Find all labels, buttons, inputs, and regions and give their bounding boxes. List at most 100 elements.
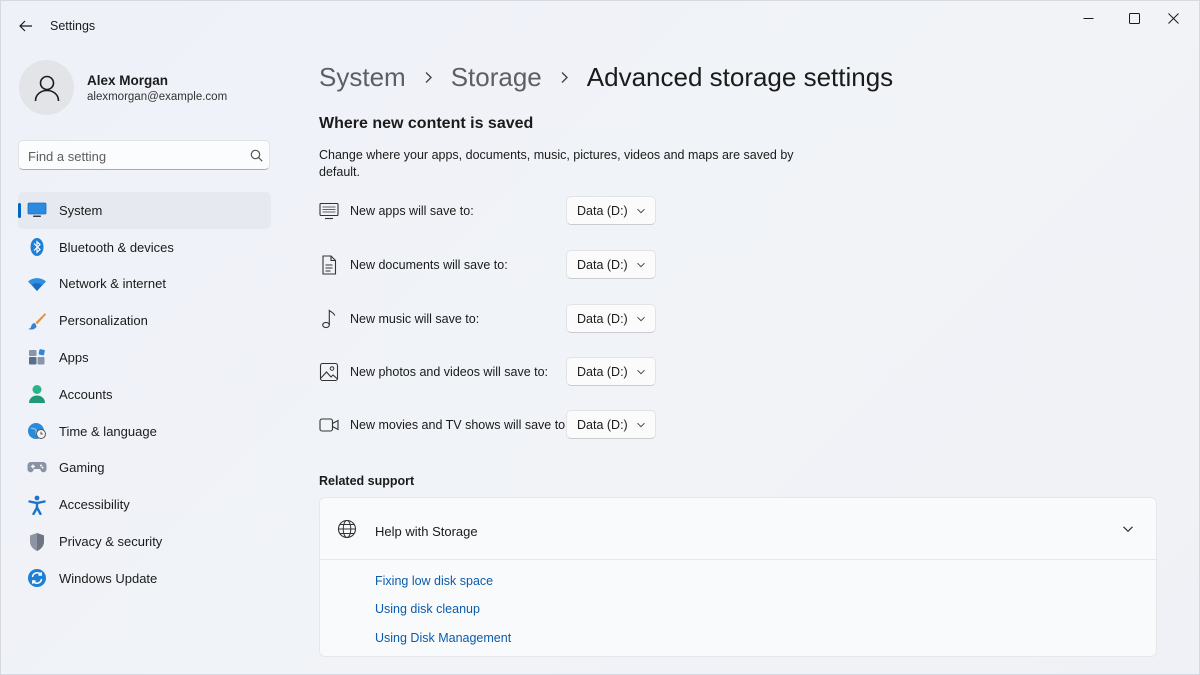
related-support-title: Related support [319, 474, 415, 488]
chevron-down-icon [637, 369, 645, 375]
save-location-label: New documents will save to: [350, 258, 508, 272]
save-location-label: New apps will save to: [350, 204, 474, 218]
brush-icon [27, 311, 47, 331]
drive-dropdown-documents[interactable]: Data (D:) [566, 250, 656, 279]
chevron-down-icon [637, 316, 645, 322]
save-location-documents: New documents will save to: Data (D:) [319, 250, 664, 280]
bluetooth-icon [27, 237, 47, 257]
accessibility-icon [27, 495, 47, 515]
avatar[interactable] [19, 60, 74, 115]
sidebar-item-system[interactable]: System [18, 192, 271, 229]
sync-icon [27, 568, 47, 588]
save-location-movies-tv: New movies and TV shows will save to: Da… [319, 410, 664, 440]
photo-icon [319, 362, 339, 382]
document-icon [319, 255, 339, 275]
dropdown-value: Data (D:) [577, 312, 628, 326]
monitor-icon [27, 200, 47, 220]
settings-window: Settings Alex Morgan alexmorgan@example.… [0, 0, 1200, 675]
sidebar-item-bluetooth-devices[interactable]: Bluetooth & devices [18, 229, 271, 266]
maximize-icon [1128, 12, 1140, 24]
link-fixing-low-disk-space[interactable]: Fixing low disk space [375, 574, 493, 588]
sidebar-nav: System Bluetooth & devices Network & int… [18, 192, 271, 597]
sidebar-item-label: Apps [59, 350, 89, 366]
chevron-right-icon [542, 71, 587, 84]
chevron-right-icon [406, 71, 451, 84]
video-camera-icon [319, 415, 339, 435]
sidebar-item-label: Time & language [59, 423, 157, 439]
dropdown-value: Data (D:) [577, 418, 628, 432]
minimize-button[interactable] [1066, 5, 1110, 31]
apps-icon [27, 348, 47, 368]
sidebar-item-windows-update[interactable]: Windows Update [18, 560, 271, 597]
save-location-label: New music will save to: [350, 312, 480, 326]
close-icon [1167, 12, 1179, 24]
help-title: Help with Storage [375, 524, 478, 539]
breadcrumb-item-storage[interactable]: Storage [451, 62, 542, 93]
link-using-disk-management[interactable]: Using Disk Management [375, 631, 511, 645]
section-description: Change where your apps, documents, music… [319, 148, 794, 179]
sidebar-item-network-internet[interactable]: Network & internet [18, 266, 271, 303]
sidebar-item-label: Accessibility [59, 497, 130, 513]
save-location-label: New photos and videos will save to: [350, 365, 549, 379]
shield-icon [27, 532, 47, 552]
user-email: alexmorgan@example.com [87, 91, 228, 103]
maximize-button[interactable] [1112, 5, 1156, 31]
sidebar-item-label: Personalization [59, 313, 148, 329]
chevron-down-icon[interactable] [1122, 523, 1134, 535]
person-icon [27, 384, 47, 404]
breadcrumb-item-system[interactable]: System [319, 62, 406, 93]
close-button[interactable] [1151, 5, 1195, 31]
sidebar-item-personalization[interactable]: Personalization [18, 302, 271, 339]
sidebar-item-gaming[interactable]: Gaming [18, 450, 271, 487]
search-box[interactable] [18, 140, 270, 170]
back-arrow-icon [19, 20, 32, 32]
drive-dropdown-music[interactable]: Data (D:) [566, 304, 656, 333]
help-storage-header[interactable]: Help with Storage [320, 498, 1156, 560]
chevron-down-icon [637, 262, 645, 268]
dropdown-value: Data (D:) [577, 258, 628, 272]
search-input[interactable] [28, 147, 238, 165]
drive-dropdown-photos-videos[interactable]: Data (D:) [566, 357, 656, 386]
drive-dropdown-apps[interactable]: Data (D:) [566, 196, 656, 225]
monitor-icon [319, 201, 339, 221]
person-icon [34, 75, 59, 101]
sidebar-item-label: Privacy & security [59, 534, 163, 550]
sidebar-item-label: Network & internet [59, 276, 166, 292]
title-bar: Settings [1, 1, 1199, 51]
chevron-down-icon [637, 422, 645, 428]
sidebar-item-label: Gaming [59, 460, 105, 476]
gamepad-icon [27, 458, 47, 478]
search-icon [250, 149, 263, 162]
globe-icon [337, 519, 357, 539]
sidebar-item-label: System [59, 202, 103, 218]
sidebar-item-accessibility[interactable]: Accessibility [18, 486, 271, 523]
sidebar-item-time-language[interactable]: Time & language [18, 413, 271, 450]
sidebar-item-label: Bluetooth & devices [59, 239, 174, 255]
drive-dropdown-movies-tv[interactable]: Data (D:) [566, 410, 656, 439]
save-location-apps: New apps will save to: Data (D:) [319, 196, 664, 226]
save-location-music: New music will save to: Data (D:) [319, 304, 664, 334]
dropdown-value: Data (D:) [577, 365, 628, 379]
save-location-label: New movies and TV shows will save to: [350, 418, 569, 432]
page-title: Advanced storage settings [586, 61, 894, 92]
save-location-photos-videos: New photos and videos will save to: Data… [319, 357, 664, 387]
wifi-icon [27, 274, 47, 294]
section-title: Where new content is saved [319, 115, 534, 132]
sidebar-item-accounts[interactable]: Accounts [18, 376, 271, 413]
breadcrumb: System Storage Advanced storage settings [319, 59, 893, 95]
back-button[interactable] [13, 13, 39, 39]
globe-clock-icon [27, 421, 47, 441]
selection-indicator [18, 203, 21, 218]
user-name: Alex Morgan [87, 73, 169, 88]
minimize-icon [1083, 17, 1093, 19]
sidebar-item-label: Windows Update [59, 570, 158, 586]
chevron-down-icon [637, 208, 645, 214]
help-card: Help with Storage Fixing low disk space … [319, 497, 1157, 657]
sidebar-item-privacy-security[interactable]: Privacy & security [18, 523, 271, 560]
app-title: Settings [50, 19, 96, 33]
sidebar-item-apps[interactable]: Apps [18, 339, 271, 376]
link-using-disk-cleanup[interactable]: Using disk cleanup [375, 602, 480, 616]
sidebar-item-label: Accounts [59, 386, 113, 402]
music-note-icon [319, 309, 339, 329]
dropdown-value: Data (D:) [577, 204, 628, 218]
